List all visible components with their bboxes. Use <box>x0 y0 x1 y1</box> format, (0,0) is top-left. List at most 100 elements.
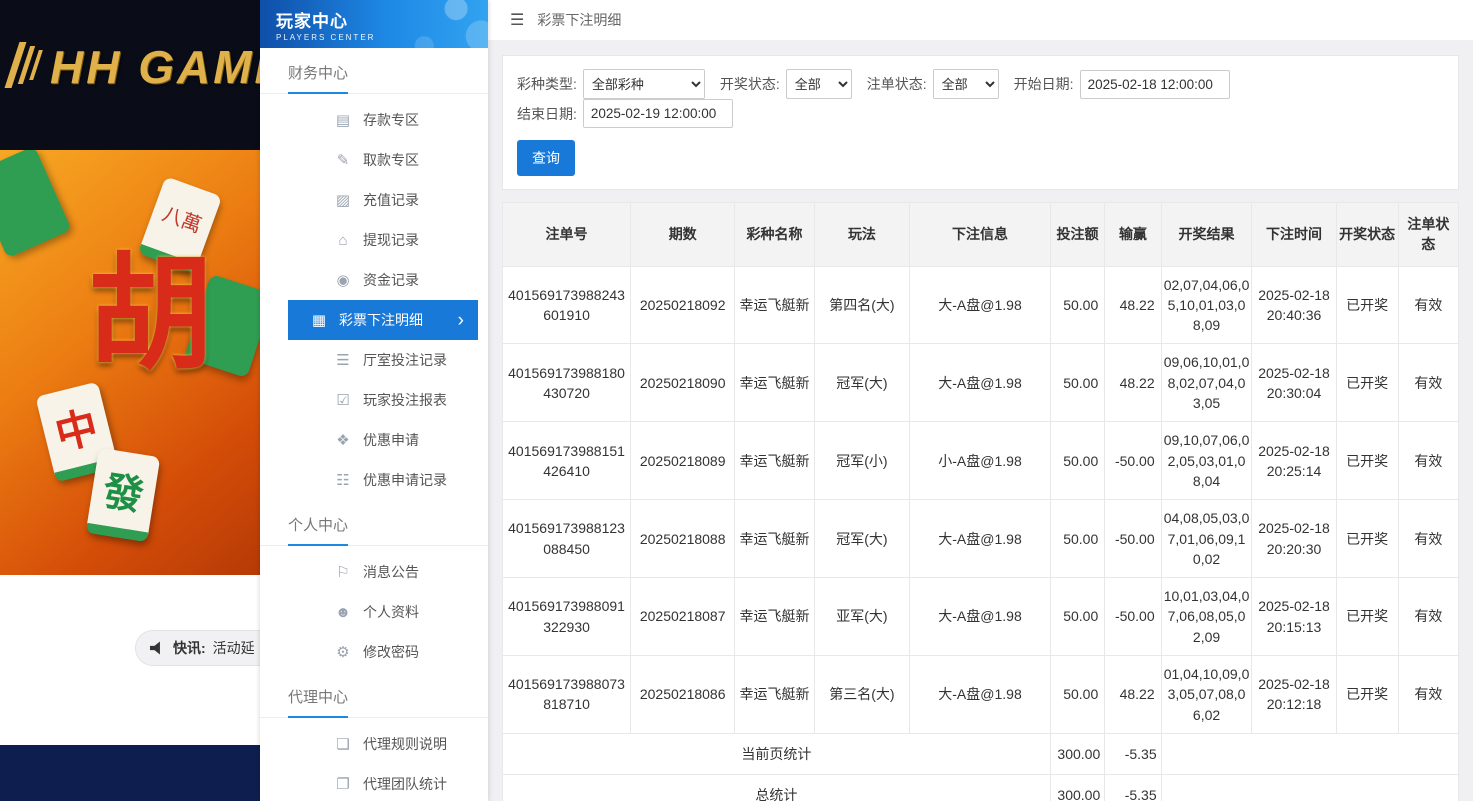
sidebar-item-lottery-bet-details[interactable]: ▦ 彩票下注明细 › <box>288 300 478 340</box>
sidebar-item-promo-apply[interactable]: ❖ 优惠申请 <box>288 420 478 460</box>
cell-bet-info: 大-A盘@1.98 <box>910 266 1051 344</box>
cell-result: 04,08,05,03,07,01,06,09,10,02 <box>1161 500 1252 578</box>
cell-time: 2025-02-18 20:40:36 <box>1252 266 1336 344</box>
summary-empty <box>1161 775 1458 801</box>
section-heading-label: 个人中心 <box>288 514 348 546</box>
col-bet-info: 下注信息 <box>910 203 1051 267</box>
section-heading-finance: 财务中心 <box>260 62 488 94</box>
cell-lottery: 幸运飞艇新 <box>735 500 814 578</box>
lottery-type-label: 彩种类型: <box>517 74 577 94</box>
sidebar-item-deposit-zone[interactable]: ▤ 存款专区 <box>288 100 478 140</box>
cell-bet-info: 大-A盘@1.98 <box>910 500 1051 578</box>
summary-row-current-page: 当前页统计 300.00 -5.35 <box>503 733 1459 774</box>
speaker-icon <box>150 641 166 655</box>
hall-record-icon: ☰ <box>334 351 352 369</box>
cell-time: 2025-02-18 20:25:14 <box>1252 422 1336 500</box>
sidebar-item-label: 消息公告 <box>363 562 419 582</box>
sidebar-item-announcements[interactable]: ⚐ 消息公告 <box>288 552 478 592</box>
sidebar-subtitle: PLAYERS CENTER <box>276 33 488 42</box>
cell-draw-status: 已开奖 <box>1336 656 1398 734</box>
site-logo: HH GAME <box>50 40 260 94</box>
cell-period: 20250218090 <box>631 344 735 422</box>
cell-winloss: 48.22 <box>1105 344 1161 422</box>
table-row: 401569173988091322930 20250218087 幸运飞艇新 … <box>503 578 1459 656</box>
ticker-label: 快讯: <box>173 638 206 658</box>
sidebar-item-recharge-records[interactable]: ▨ 充值记录 <box>288 180 478 220</box>
report-icon: ☑ <box>334 391 352 409</box>
table-row: 401569173988123088450 20250218088 幸运飞艇新 … <box>503 500 1459 578</box>
cell-amount: 50.00 <box>1050 578 1104 656</box>
summary-winloss: -5.35 <box>1105 775 1161 801</box>
cell-bet-info: 大-A盘@1.98 <box>910 344 1051 422</box>
sidebar-item-profile[interactable]: ☻ 个人资料 <box>288 592 478 632</box>
sidebar-item-label: 修改密码 <box>363 642 419 662</box>
person-icon: ☻ <box>334 604 352 621</box>
sidebar-item-player-bet-report[interactable]: ☑ 玩家投注报表 <box>288 380 478 420</box>
cell-winloss: -50.00 <box>1105 422 1161 500</box>
lottery-type-select[interactable]: 全部彩种 <box>583 69 705 99</box>
table-row: 401569173988243601910 20250218092 幸运飞艇新 … <box>503 266 1459 344</box>
filter-row: 彩种类型: 全部彩种 开奖状态: 全部 注单状态: 全部 <box>517 69 1444 128</box>
table-row: 401569173988073818710 20250218086 幸运飞艇新 … <box>503 656 1459 734</box>
cell-bet-status: 有效 <box>1398 344 1458 422</box>
col-play: 玩法 <box>814 203 910 267</box>
end-date-input[interactable] <box>583 99 733 128</box>
cell-draw-status: 已开奖 <box>1336 422 1398 500</box>
cell-play: 亚军(大) <box>814 578 910 656</box>
bell-icon: ⚐ <box>334 563 352 581</box>
site-header-band: HH GAME <box>0 0 260 150</box>
start-date-label: 开始日期: <box>1014 74 1074 94</box>
cell-bet-info: 小-A盘@1.98 <box>910 422 1051 500</box>
cell-time: 2025-02-18 20:12:18 <box>1252 656 1336 734</box>
table-row: 401569173988180430720 20250218090 幸运飞艇新 … <box>503 344 1459 422</box>
draw-status-select[interactable]: 全部 <box>786 69 852 99</box>
sidebar-item-change-password[interactable]: ⚙ 修改密码 <box>288 632 478 672</box>
cell-play: 冠军(大) <box>814 344 910 422</box>
cell-result: 02,07,04,06,05,10,01,03,08,09 <box>1161 266 1252 344</box>
bet-status-label: 注单状态: <box>867 74 927 94</box>
filter-bet-status: 注单状态: 全部 <box>867 69 999 99</box>
cell-bet-info: 大-A盘@1.98 <box>910 578 1051 656</box>
cell-amount: 50.00 <box>1050 422 1104 500</box>
sidebar-item-label: 优惠申请记录 <box>363 470 447 490</box>
cell-winloss: 48.22 <box>1105 266 1161 344</box>
sidebar-item-label: 厅室投注记录 <box>363 350 447 370</box>
summary-label: 总统计 <box>503 775 1051 801</box>
sidebar-item-cashout-records[interactable]: ⌂ 提现记录 <box>288 220 478 260</box>
mahjong-tile-back <box>0 150 72 258</box>
section-heading-personal: 个人中心 <box>260 514 488 546</box>
cell-bet-status: 有效 <box>1398 578 1458 656</box>
sidebar-item-label: 代理规则说明 <box>363 734 447 754</box>
hamburger-menu-icon[interactable]: ☰ <box>510 10 524 30</box>
sidebar-item-label: 提现记录 <box>363 230 419 250</box>
cell-result: 10,01,03,04,07,06,08,05,02,09 <box>1161 578 1252 656</box>
sidebar-item-fund-records[interactable]: ◉ 资金记录 <box>288 260 478 300</box>
sidebar-item-label: 存款专区 <box>363 110 419 130</box>
sidebar-item-hall-bet-records[interactable]: ☰ 厅室投注记录 <box>288 340 478 380</box>
cell-bet-info: 大-A盘@1.98 <box>910 656 1051 734</box>
sidebar-item-label: 彩票下注明细 <box>339 310 423 330</box>
cell-bet-id: 401569173988073818710 <box>503 656 631 734</box>
summary-row-total: 总统计 300.00 -5.35 <box>503 775 1459 801</box>
section-heading-label: 代理中心 <box>288 686 348 718</box>
sidebar-item-agent-team-stats[interactable]: ❐ 代理团队统计 <box>288 764 478 801</box>
hero-win-character: 胡 <box>88 212 213 393</box>
cell-bet-id: 401569173988151426410 <box>503 422 631 500</box>
cell-bet-status: 有效 <box>1398 422 1458 500</box>
sidebar-item-promo-apply-records[interactable]: ☷ 优惠申请记录 <box>288 460 478 500</box>
table-header-row: 注单号 期数 彩种名称 玩法 下注信息 投注额 输赢 开奖结果 下注时间 开奖状… <box>503 203 1459 267</box>
cell-bet-status: 有效 <box>1398 500 1458 578</box>
filter-draw-status: 开奖状态: 全部 <box>720 69 852 99</box>
col-amount: 投注额 <box>1050 203 1104 267</box>
cell-lottery: 幸运飞艇新 <box>735 422 814 500</box>
bet-status-select[interactable]: 全部 <box>933 69 999 99</box>
cell-lottery: 幸运飞艇新 <box>735 578 814 656</box>
start-date-input[interactable] <box>1080 70 1230 99</box>
cashout-icon: ⌂ <box>334 232 352 249</box>
summary-label: 当前页统计 <box>503 733 1051 774</box>
sidebar-item-withdraw-zone[interactable]: ✎ 取款专区 <box>288 140 478 180</box>
cell-period: 20250218089 <box>631 422 735 500</box>
query-button[interactable]: 查询 <box>517 140 575 176</box>
end-date-label: 结束日期: <box>517 104 577 124</box>
sidebar-item-agent-rules[interactable]: ❏ 代理规则说明 <box>288 724 478 764</box>
